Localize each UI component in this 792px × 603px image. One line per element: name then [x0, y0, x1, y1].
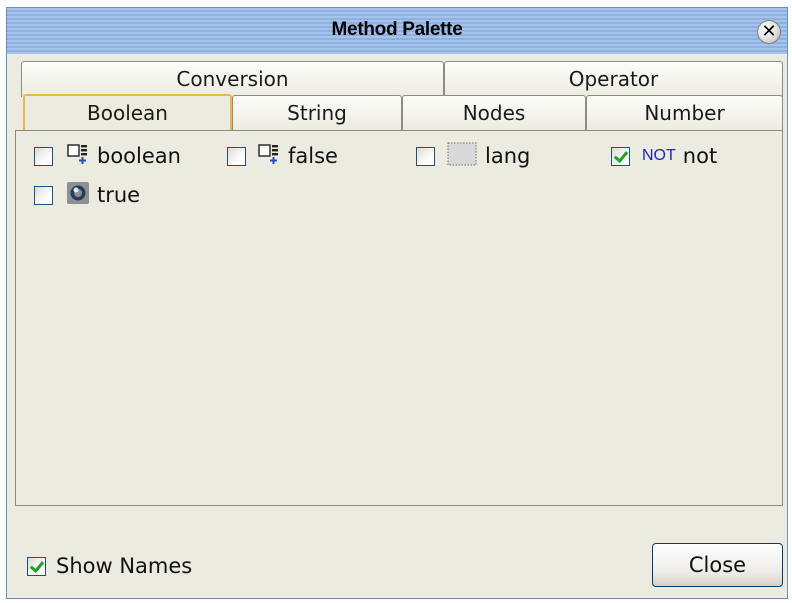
method-item-false[interactable]: false — [227, 141, 338, 171]
dotted-box-icon — [447, 142, 477, 171]
tab-string[interactable]: String — [232, 95, 402, 131]
method-item-boolean[interactable]: boolean — [34, 141, 181, 171]
tab-nodes[interactable]: Nodes — [402, 95, 586, 131]
circle-badge-icon — [67, 181, 89, 209]
tab-conversion[interactable]: Conversion — [21, 61, 444, 97]
method-label: lang — [485, 144, 531, 168]
method-label: not — [682, 144, 718, 168]
method-item-lang[interactable]: lang — [416, 141, 530, 171]
method-label: false — [288, 144, 338, 168]
close-window-icon[interactable]: ✕ — [757, 20, 781, 44]
grid-plus-icon — [67, 143, 89, 170]
window-title: Method Palette — [331, 19, 463, 40]
checkbox[interactable] — [34, 185, 53, 205]
method-item-true[interactable]: true — [34, 180, 140, 210]
title-bar[interactable]: Method Palette ✕ — [7, 8, 787, 54]
tab-number[interactable]: Number — [586, 95, 783, 131]
checkbox[interactable] — [227, 146, 246, 166]
checkbox[interactable] — [34, 146, 53, 166]
method-label: boolean — [97, 144, 181, 168]
close-button[interactable]: Close — [652, 543, 783, 587]
method-label: true — [97, 183, 141, 207]
show-names-label: Show Names — [56, 554, 193, 578]
checkbox-checked[interactable] — [611, 146, 630, 166]
grid-plus-icon — [258, 143, 280, 170]
show-names-option[interactable]: Show Names — [27, 554, 192, 578]
show-names-checkbox[interactable] — [27, 556, 46, 576]
tab-boolean[interactable]: Boolean — [23, 94, 232, 130]
checkbox[interactable] — [416, 146, 435, 166]
method-item-not[interactable]: NOT not — [611, 141, 717, 171]
tab-operator[interactable]: Operator — [444, 61, 783, 97]
not-text-icon: NOT — [642, 147, 676, 164]
